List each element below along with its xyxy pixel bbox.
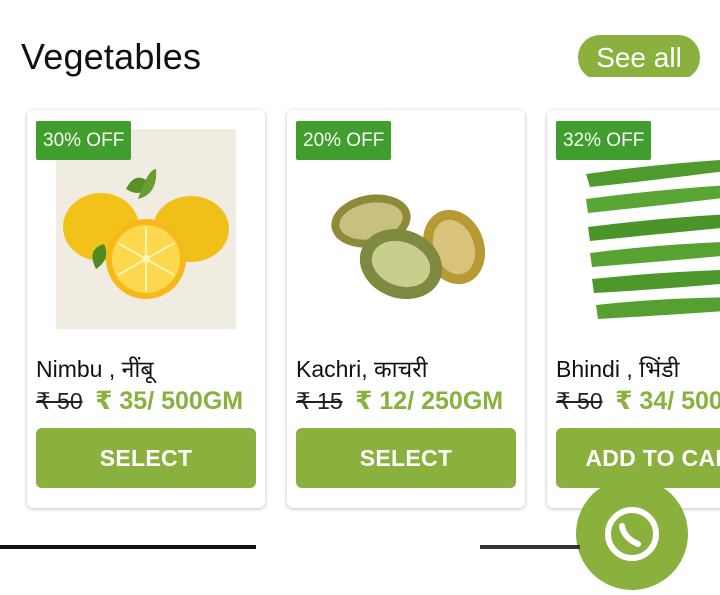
new-price: ₹ 35/ 500GM [95,387,244,415]
old-price: ₹ 50 [36,388,83,414]
discount-badge: 20% OFF [296,121,392,160]
select-button[interactable]: SELECT [36,428,256,488]
product-carousel[interactable]: 30% OFF Nimbu , नींबू ₹ 50 ₹ 35/ 500GM S… [0,0,720,549]
product-card[interactable]: 20% OFF Kachri, काचरी ₹ 15 ₹ 12/ 250GM S… [287,110,525,508]
select-button[interactable]: SELECT [296,428,516,488]
discount-badge: 32% OFF [556,121,652,160]
next-section-edge [480,545,580,549]
whatsapp-fab[interactable] [576,478,688,590]
price-row: ₹ 50 ₹ 35/ 500GM [36,386,243,416]
old-price: ₹ 15 [296,388,343,414]
product-card[interactable]: 32% OFF Bhindi , भिंडी ₹ 50 ₹ 34/ 500GM … [547,110,720,508]
next-section-edge [0,545,256,549]
product-name: Bhindi , भिंडी [556,356,680,382]
product-name: Kachri, काचरी [296,356,428,382]
price-row: ₹ 50 ₹ 34/ 500GM [556,386,720,416]
product-name: Nimbu , नींबू [36,356,154,382]
new-price: ₹ 34/ 500GM [615,387,720,415]
old-price: ₹ 50 [556,388,603,414]
new-price: ₹ 12/ 250GM [355,387,504,415]
product-card[interactable]: 30% OFF Nimbu , नींबू ₹ 50 ₹ 35/ 500GM S… [27,110,265,508]
price-row: ₹ 15 ₹ 12/ 250GM [296,386,503,416]
discount-badge: 30% OFF [36,121,132,160]
whatsapp-icon [605,507,659,561]
